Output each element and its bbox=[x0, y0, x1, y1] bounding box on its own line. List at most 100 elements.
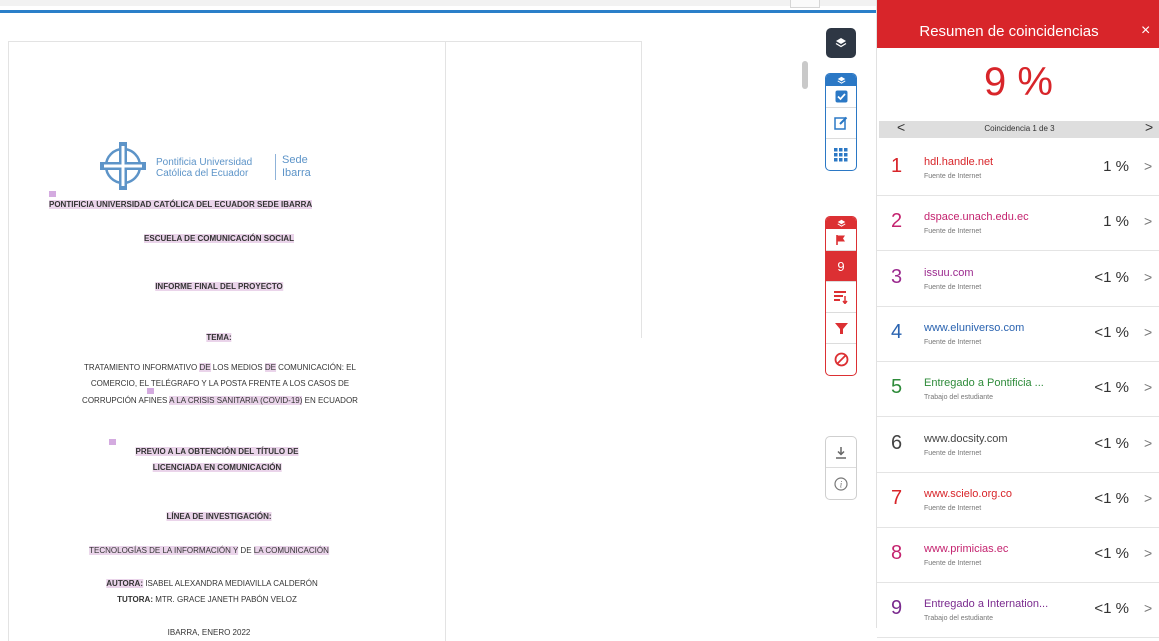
checkbox-icon bbox=[835, 90, 847, 103]
doc-text: LOS MEDIOS bbox=[210, 363, 265, 372]
doc-line: LICENCIADA EN COMUNICACIÓN bbox=[152, 463, 282, 472]
doc-line: TRATAMIENTO INFORMATIVO DE LOS MEDIOS DE… bbox=[84, 363, 356, 372]
match-source[interactable]: Entregado a Internation... bbox=[924, 598, 1059, 610]
panel-header: Resumen de coincidencias × bbox=[877, 0, 1159, 48]
scrollbar-thumb[interactable] bbox=[802, 61, 808, 89]
doc-text: TRATAMIENTO INFORMATIVO bbox=[84, 363, 200, 372]
match-row[interactable]: 6 www.docsity.com Fuente de Internet <1 % > bbox=[877, 418, 1159, 473]
match-source[interactable]: www.scielo.org.co bbox=[924, 488, 1059, 500]
chevron-right-icon[interactable]: > bbox=[1144, 600, 1152, 616]
match-percentage: <1 % bbox=[1094, 434, 1129, 452]
match-percentage: <1 % bbox=[1094, 323, 1129, 341]
doc-line: IBARRA, ENERO 2022 bbox=[168, 628, 251, 637]
match-highlight[interactable]: AUTORA: bbox=[106, 579, 144, 588]
flag-icon bbox=[836, 234, 845, 245]
grid-icon bbox=[834, 147, 848, 161]
match-source[interactable]: www.eluniverso.com bbox=[924, 322, 1059, 334]
close-icon[interactable]: × bbox=[1141, 22, 1150, 40]
sede-line-2: Ibarra bbox=[282, 167, 311, 179]
match-highlight[interactable]: PREVIO A LA OBTENCIÓN DEL TÍTULO DE bbox=[135, 447, 299, 456]
grid-button[interactable] bbox=[826, 139, 856, 170]
top-tab[interactable] bbox=[790, 0, 820, 8]
exclude-button[interactable] bbox=[826, 344, 856, 375]
download-icon bbox=[836, 446, 846, 459]
match-highlight[interactable]: DE bbox=[264, 363, 276, 372]
doc-label: TUTORA: bbox=[117, 595, 153, 604]
block-icon bbox=[834, 352, 848, 367]
top-bar bbox=[0, 0, 876, 6]
match-source[interactable]: Entregado a Pontificia ... bbox=[924, 377, 1059, 389]
doc-line: LÍNEA DE INVESTIGACIÓN: bbox=[166, 512, 272, 521]
doc-text: EN ECUADOR bbox=[302, 396, 358, 405]
blue-tool-group bbox=[825, 73, 857, 171]
match-number: 2 bbox=[891, 210, 903, 233]
match-highlight[interactable]: DE bbox=[199, 363, 211, 372]
match-marker[interactable] bbox=[49, 191, 56, 197]
match-highlight[interactable]: TEMA: bbox=[206, 333, 232, 342]
panel-title: Resumen de coincidencias bbox=[919, 23, 1099, 40]
match-highlight[interactable]: LICENCIADA EN COMUNICACIÓN bbox=[152, 463, 282, 472]
match-nav-label: Coincidencia 1 de 3 bbox=[984, 124, 1055, 133]
sort-button[interactable] bbox=[826, 282, 856, 313]
match-marker[interactable] bbox=[109, 439, 116, 445]
match-marker[interactable] bbox=[147, 388, 154, 394]
edit-button[interactable] bbox=[826, 108, 856, 139]
match-number: 4 bbox=[891, 320, 903, 343]
match-highlight[interactable]: TECNOLOGÍAS DE LA INFORMACIÓN Y bbox=[89, 546, 239, 555]
info-button[interactable]: i bbox=[826, 468, 856, 499]
doc-text: MTR. GRACE JANETH PABÓN VELOZ bbox=[152, 595, 297, 604]
chevron-right-icon[interactable]: > bbox=[1144, 490, 1152, 506]
chevron-right-icon[interactable]: > bbox=[1144, 379, 1152, 395]
match-row[interactable]: 5 Entregado a Pontificia ... Trabajo del e… bbox=[877, 362, 1159, 418]
chevron-right-icon[interactable]: > bbox=[1144, 435, 1152, 451]
doc-line: TEMA: bbox=[206, 333, 232, 342]
chevron-right-icon[interactable]: > bbox=[1144, 158, 1152, 174]
match-row[interactable]: 9 Entregado a Internation... Trabajo del e… bbox=[877, 583, 1159, 639]
match-percentage: <1 % bbox=[1094, 545, 1129, 563]
university-logo: Pontificia Universidad Católica del Ecua… bbox=[98, 142, 338, 190]
layers-icon bbox=[836, 219, 846, 227]
chevron-right-icon[interactable]: > bbox=[1144, 213, 1152, 229]
match-source[interactable]: issuu.com bbox=[924, 267, 1059, 279]
match-count-button[interactable]: 9 bbox=[826, 251, 856, 282]
match-source-type: Fuente de Internet bbox=[924, 228, 982, 236]
logo-separator bbox=[275, 154, 276, 180]
chevron-right-icon[interactable]: > bbox=[1144, 324, 1152, 340]
match-highlight[interactable]: A LA CRISIS SANITARIA (COVID-19) bbox=[169, 396, 303, 405]
chevron-right-icon[interactable]: > bbox=[1144, 545, 1152, 561]
filter-button[interactable] bbox=[826, 313, 856, 344]
match-row[interactable]: 8 www.primicias.ec Fuente de Internet <1 % > bbox=[877, 528, 1159, 584]
match-source[interactable]: dspace.unach.edu.ec bbox=[924, 211, 1059, 223]
doc-line: PONTIFICIA UNIVERSIDAD CATÓLICA DEL ECUA… bbox=[49, 200, 313, 209]
match-percentage: <1 % bbox=[1094, 379, 1129, 397]
match-row[interactable]: 7 www.scielo.org.co Fuente de Internet <1 %… bbox=[877, 473, 1159, 528]
match-count: 9 bbox=[837, 258, 845, 274]
match-row[interactable]: 3 issuu.com Fuente de Internet <1 % > bbox=[877, 252, 1159, 307]
match-percentage: <1 % bbox=[1094, 268, 1129, 286]
filter-icon bbox=[834, 322, 848, 334]
match-row[interactable]: 4 www.eluniverso.com Fuente de Internet <1 … bbox=[877, 307, 1159, 362]
download-button[interactable] bbox=[826, 437, 856, 468]
chevron-right-icon[interactable]: > bbox=[1145, 119, 1153, 135]
match-row[interactable]: 2 dspace.unach.edu.ec Fuente de Internet 1 … bbox=[877, 196, 1159, 252]
layers-button[interactable] bbox=[826, 28, 856, 58]
match-percentage: <1 % bbox=[1094, 489, 1129, 507]
flag-button[interactable] bbox=[826, 229, 856, 251]
match-row[interactable]: 1 hdl.handle.net Fuente de Internet 1 % > bbox=[877, 141, 1159, 196]
match-source[interactable]: hdl.handle.net bbox=[924, 156, 1059, 168]
match-highlight[interactable]: LÍNEA DE INVESTIGACIÓN: bbox=[166, 512, 272, 521]
match-highlight[interactable]: INFORME FINAL DEL PROYECTO bbox=[155, 282, 283, 291]
match-source-type: Fuente de Internet bbox=[924, 560, 982, 568]
match-number: 9 bbox=[891, 597, 903, 620]
match-source[interactable]: www.primicias.ec bbox=[924, 543, 1059, 555]
match-highlight[interactable]: ESCUELA DE COMUNICACIÓN SOCIAL bbox=[144, 234, 294, 243]
match-highlight[interactable]: LA COMUNICACIÓN bbox=[253, 546, 329, 555]
checkbox-button[interactable] bbox=[826, 86, 856, 108]
match-source-type: Fuente de Internet bbox=[924, 338, 982, 346]
match-percentage: 1 % bbox=[1103, 213, 1129, 231]
match-highlight[interactable]: PONTIFICIA UNIVERSIDAD CATÓLICA DEL ECUA… bbox=[49, 200, 313, 209]
match-source[interactable]: www.docsity.com bbox=[924, 433, 1059, 445]
chevron-right-icon[interactable]: > bbox=[1144, 269, 1152, 285]
gray-tool-group: i bbox=[825, 436, 857, 500]
cross-logo-icon bbox=[100, 142, 146, 190]
